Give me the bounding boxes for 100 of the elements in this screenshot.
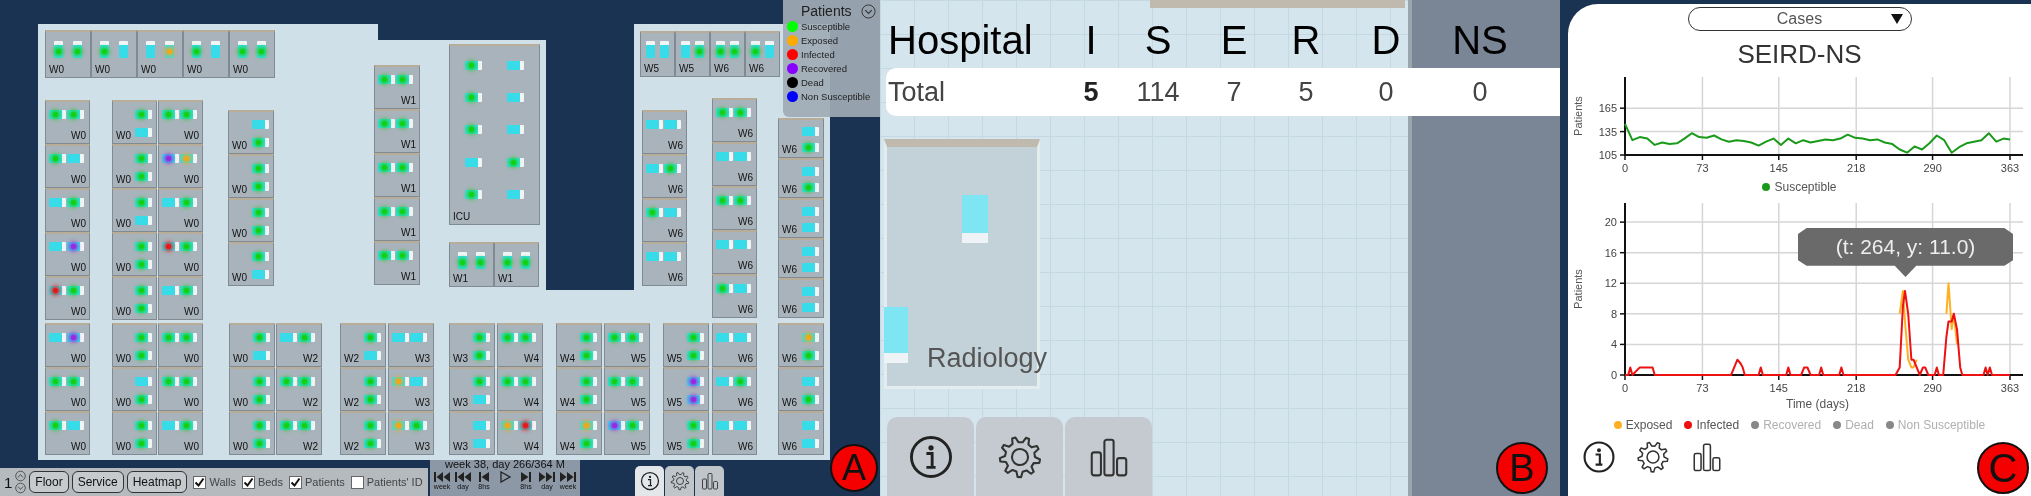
room-label: W2 <box>303 353 318 364</box>
room-label: W1 <box>453 273 468 284</box>
room-label: W6 <box>782 184 797 195</box>
legend-item[interactable]: Exposed <box>1613 417 1673 432</box>
play-icon <box>497 471 513 483</box>
tool-tab[interactable] <box>635 466 664 496</box>
room-label: W3 <box>453 353 468 364</box>
bar-chart-icon <box>699 471 720 491</box>
room-label: W6 <box>714 63 729 74</box>
room-label: W5 <box>631 441 646 452</box>
chart-title: SEIRD-NS <box>1737 39 1862 69</box>
chart-dropdown[interactable]: Cases <box>1687 7 1912 31</box>
room-label: W5 <box>631 353 646 364</box>
tool-button[interactable] <box>1636 440 1670 474</box>
tool-button[interactable] <box>1690 440 1724 474</box>
panel-marker: C <box>1977 442 2029 494</box>
room-label: W0 <box>232 228 247 239</box>
room-label: W5 <box>667 353 682 364</box>
room-label: W6 <box>738 172 753 183</box>
legend-item[interactable]: Infected <box>1684 417 1740 432</box>
room-label: W5 <box>644 63 659 74</box>
axis-tick-label: 12 <box>1604 277 1617 290</box>
room-label: W0 <box>95 64 110 75</box>
legend-label: Exposed <box>801 34 838 46</box>
tool-tab[interactable] <box>976 417 1063 496</box>
room-label: W3 <box>453 441 468 452</box>
room-label: W4 <box>524 441 539 452</box>
room-label: W5 <box>631 397 646 408</box>
room-label: W1 <box>401 271 416 282</box>
room-label: W2 <box>303 397 318 408</box>
room-label: W0 <box>184 262 199 273</box>
room-label: W6 <box>782 224 797 235</box>
room-label: W6 <box>738 128 753 139</box>
axis-tick-label: 8 <box>1610 307 1617 320</box>
axis-tick-label: 105 <box>1598 149 1617 161</box>
tool-tab[interactable] <box>695 466 724 496</box>
info-icon <box>639 471 660 491</box>
room-label: W6 <box>782 397 797 408</box>
view-button[interactable]: Service <box>71 471 124 493</box>
floor-number: 1 <box>4 473 13 491</box>
axis-tick-label: 145 <box>1769 162 1788 174</box>
room-label: W0 <box>184 174 199 185</box>
room-label: ICU <box>453 211 471 222</box>
room-label: W0 <box>116 130 131 141</box>
room-label: W0 <box>141 64 156 75</box>
axis-tick-label: 363 <box>2000 382 2020 394</box>
table-cell-text: 0 <box>1377 76 1395 108</box>
room-label: W6 <box>782 353 797 364</box>
room-label: W2 <box>303 441 318 452</box>
column-header: NS <box>1451 17 1509 64</box>
checkbox-label: Beds <box>257 476 283 488</box>
checkbox-label: Walls <box>209 476 236 488</box>
axis-tick-label: 73 <box>1696 162 1709 174</box>
room-label: W6 <box>668 184 683 195</box>
checkbox[interactable] <box>288 475 302 489</box>
room-label: W6 <box>668 228 683 239</box>
axis-title: Time (days) <box>1786 397 1849 411</box>
legend-item[interactable]: Susceptible <box>1762 179 1837 194</box>
view-button[interactable]: Heatmap <box>126 471 188 493</box>
step-forward-icon <box>518 471 534 483</box>
room-label: W0 <box>187 64 202 75</box>
axis-tick-label: 135 <box>1598 125 1617 138</box>
room-label: W0 <box>116 353 131 364</box>
fast-forward-icon <box>539 471 555 483</box>
checkbox[interactable] <box>193 475 207 489</box>
room-label: W0 <box>116 441 131 452</box>
room-label: W6 <box>782 264 797 275</box>
axis-tick-label: 145 <box>1769 382 1788 394</box>
table-cell-text: 0 <box>1471 76 1489 108</box>
column-header: D <box>1370 17 1402 64</box>
room-label: W0 <box>116 262 131 273</box>
info-icon <box>907 433 954 480</box>
checkbox[interactable] <box>350 475 364 489</box>
bar-chart-icon <box>1690 440 1724 474</box>
view-button[interactable]: Floor <box>29 471 69 493</box>
room-label: W1 <box>401 227 416 238</box>
table-cell-text: 5 <box>1297 76 1315 108</box>
room-label: W0 <box>184 130 199 141</box>
room-label: W0 <box>233 441 248 452</box>
chevron-down-icon[interactable] <box>861 3 876 19</box>
caret-icon <box>1890 14 1903 24</box>
axis-title: Patients <box>1572 269 1584 309</box>
legend-label: Infected <box>801 48 835 60</box>
room-label: W0 <box>71 397 86 408</box>
axis-tick-label: 16 <box>1604 246 1617 259</box>
spinner-icon[interactable] <box>15 470 27 494</box>
room-label: W6 <box>738 304 753 315</box>
room-label: W5 <box>667 441 682 452</box>
axis-tick-label: 290 <box>1923 382 1942 394</box>
room-label: W4 <box>524 353 539 364</box>
axis-tick-label: 0 <box>1621 382 1629 394</box>
room-label: W4 <box>524 397 539 408</box>
room-label: W0 <box>232 272 247 283</box>
checkbox[interactable] <box>241 475 255 489</box>
tool-tab[interactable] <box>887 417 974 496</box>
room-label: W0 <box>232 184 247 195</box>
tool-tab[interactable] <box>1065 417 1152 496</box>
room-label: W0 <box>116 397 131 408</box>
room-label: W0 <box>184 306 199 317</box>
tool-button[interactable] <box>1582 440 1616 474</box>
